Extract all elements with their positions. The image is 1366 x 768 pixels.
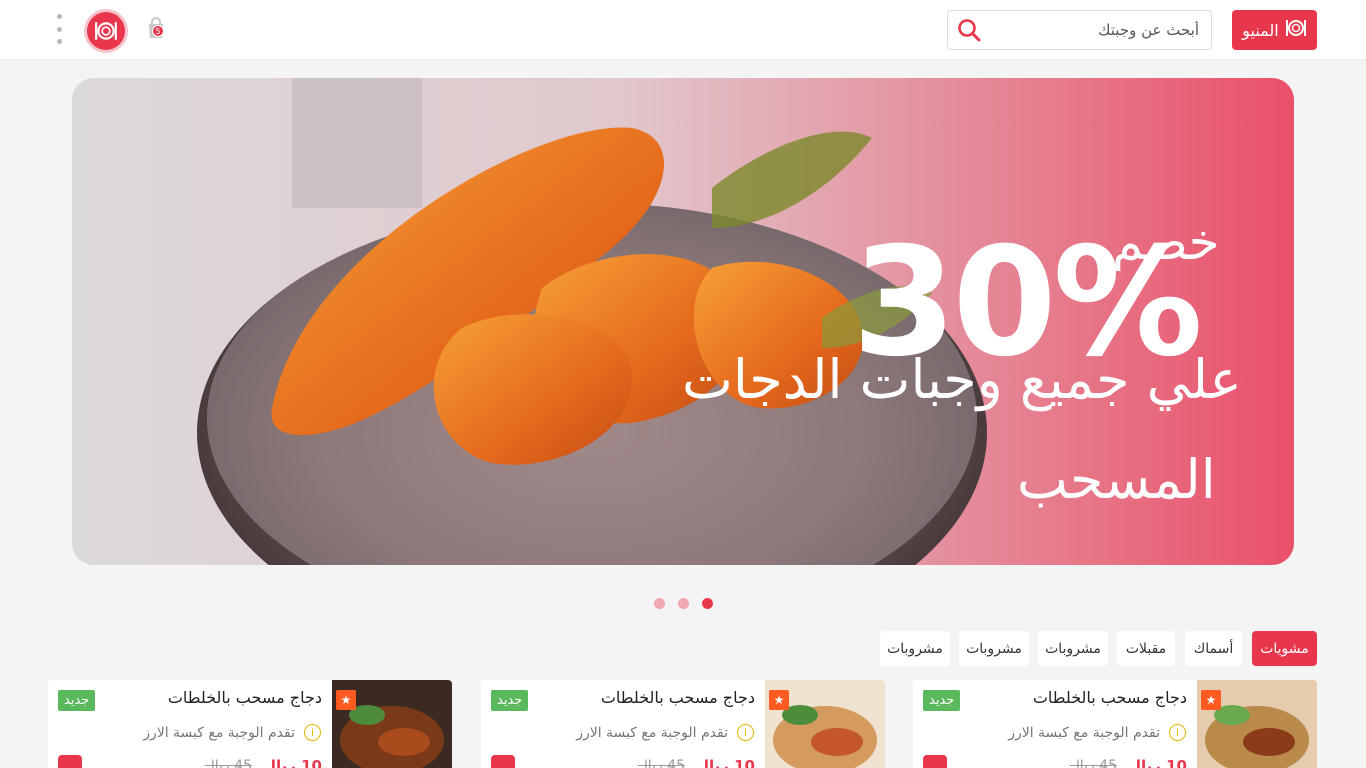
category-tab[interactable]: أسماك (1185, 631, 1242, 666)
category-tab[interactable]: مشويات (1252, 631, 1317, 666)
category-tab[interactable]: مشروبات (959, 631, 1029, 666)
product-card[interactable]: ★ دجاج مسحب بالخلطات جديد i تقدم الوجبة مع ك… (48, 680, 452, 768)
category-tab[interactable]: مشروبات (880, 631, 950, 666)
search-icon[interactable] (956, 17, 982, 43)
add-to-cart-button[interactable] (58, 755, 82, 768)
new-badge: جديد (491, 690, 529, 711)
promo-line-2: المسحب (1017, 448, 1216, 511)
promo-line-1: علي جميع وجبات الدجات (682, 348, 1242, 411)
category-tab[interactable]: مشروبات (1038, 631, 1108, 666)
product-card[interactable]: ★ دجاج مسحب بالخلطات جديد i تقدم الوجبة مع ك… (481, 680, 885, 768)
promo-banner[interactable]: خصم 30% علي جميع وجبات الدجات المسحب (72, 78, 1294, 565)
logo[interactable] (87, 12, 125, 50)
carousel-dot[interactable] (678, 598, 689, 609)
category-tab[interactable]: مقبلات (1117, 631, 1175, 666)
product-title: دجاج مسحب بالخلطات (167, 688, 322, 707)
product-price: 10 ريال (695, 757, 755, 768)
product-description: تقدم الوجبة مع كبسة الارز (1008, 725, 1160, 741)
search-box (947, 10, 1212, 50)
menu-button-label: المنيو (1242, 20, 1279, 40)
product-description: تقدم الوجبة مع كبسة الارز (143, 725, 295, 741)
star-icon: ★ (1201, 690, 1221, 710)
star-icon: ★ (769, 690, 789, 710)
star-icon: ★ (336, 690, 356, 710)
new-badge: جديد (58, 690, 96, 711)
search-input[interactable] (988, 11, 1203, 49)
carousel-dot[interactable] (654, 598, 665, 609)
info-icon[interactable]: i (304, 724, 321, 741)
add-to-cart-button[interactable] (923, 755, 947, 768)
new-badge: جديد (923, 690, 961, 711)
product-old-price: 45 ريال (637, 758, 685, 768)
product-description: تقدم الوجبة مع كبسة الارز (576, 725, 728, 741)
product-old-price: 45 ريال (1069, 758, 1117, 768)
kebab-menu-icon[interactable] (52, 14, 66, 44)
plate-fork-knife-icon (1285, 17, 1307, 43)
menu-button[interactable]: المنيو (1232, 10, 1317, 50)
product-price: 10 ريال (262, 757, 322, 768)
carousel-dot[interactable] (702, 598, 713, 609)
product-old-price: 45 ريال (204, 758, 252, 768)
info-icon[interactable]: i (1169, 724, 1186, 741)
product-title: دجاج مسحب بالخلطات (600, 688, 755, 707)
product-price: 10 ريال (1127, 757, 1187, 768)
top-header: المنيو 5 (0, 0, 1366, 60)
add-to-cart-button[interactable] (491, 755, 515, 768)
product-title: دجاج مسحب بالخلطات (1032, 688, 1187, 707)
cart-count-badge: 5 (152, 25, 164, 37)
product-card[interactable]: ★ دجاج مسحب بالخلطات جديد i تقدم الوجبة مع ك… (913, 680, 1317, 768)
info-icon[interactable]: i (737, 724, 754, 741)
